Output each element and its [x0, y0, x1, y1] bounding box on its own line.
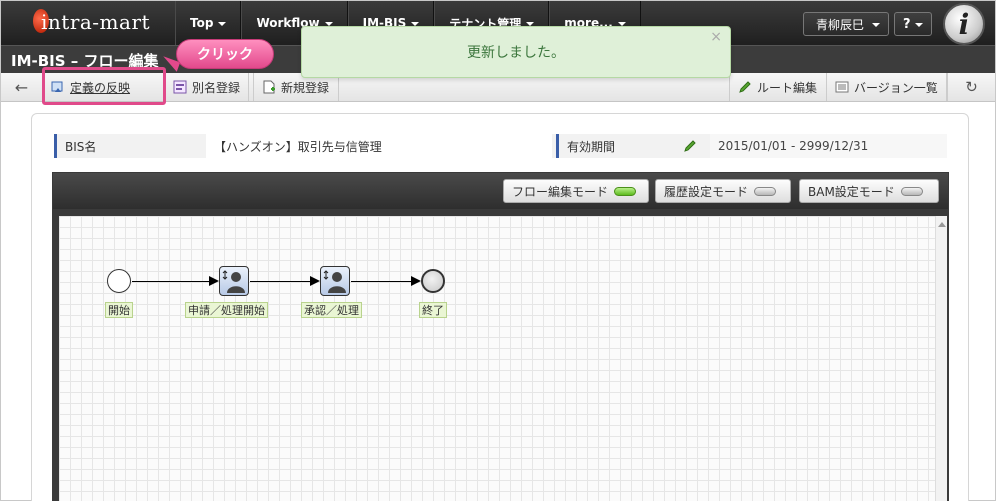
history-mode-button[interactable]: 履歴設定モード	[655, 179, 791, 203]
refresh-button[interactable]: ↻	[947, 73, 995, 101]
apply-task-node[interactable]	[219, 266, 249, 296]
help-label: ?	[903, 16, 911, 32]
flow-grid[interactable]: 開始 申請／処理開始 承認／処理 終了	[59, 216, 935, 501]
bis-name-label: BIS名	[54, 134, 206, 158]
arrow-head	[310, 276, 320, 286]
user-task-icon	[222, 270, 245, 293]
approve-task-node[interactable]	[320, 266, 350, 296]
refresh-icon: ↻	[965, 78, 978, 96]
apply-button-highlight	[42, 67, 166, 105]
flow-edit-mode-button[interactable]: フロー編集モード	[503, 179, 649, 203]
alias-register-label: 別名登録	[192, 80, 241, 95]
back-button[interactable]: ←	[1, 73, 43, 101]
close-icon[interactable]: ×	[710, 29, 722, 45]
user-menu-button[interactable]: 青柳辰巳	[803, 12, 889, 36]
route-edit-button[interactable]: ルート編集	[729, 73, 827, 101]
bam-mode-button[interactable]: BAM設定モード	[799, 179, 939, 203]
user-name: 青柳辰巳	[816, 17, 865, 32]
user-task-icon	[323, 270, 346, 293]
bam-mode-label: BAM設定モード	[808, 184, 895, 199]
alias-register-icon	[173, 80, 187, 94]
help-menu-button[interactable]: ?	[894, 12, 932, 36]
approve-task-label: 承認／処理	[301, 302, 362, 318]
bis-name-text: 【ハンズオン】取引先与信管理	[214, 139, 382, 154]
route-edit-label: ルート編集	[757, 80, 818, 95]
caret-down-icon	[915, 23, 923, 27]
mode-indicator-off	[900, 186, 923, 196]
caret-down-icon	[872, 23, 880, 27]
i-logo-icon[interactable]: i	[943, 3, 985, 45]
history-mode-label: 履歴設定モード	[664, 184, 749, 199]
click-callout: クリック	[176, 39, 274, 69]
period-value: 2015/01/01 - 2999/12/31	[710, 134, 947, 158]
success-toast: 更新しました。 ×	[301, 26, 731, 78]
arrow-head	[411, 276, 421, 286]
mode-indicator-on	[614, 186, 637, 196]
pencil-icon	[739, 81, 751, 93]
flow-edge[interactable]	[250, 281, 310, 282]
caret-down-icon	[218, 22, 227, 26]
period-label: 有効期間	[556, 134, 706, 158]
flow-edge[interactable]	[132, 281, 209, 282]
toast-message: 更新しました。	[467, 45, 565, 61]
apply-task-label: 申請／処理開始	[185, 302, 268, 318]
alias-register-button[interactable]: 別名登録	[165, 73, 249, 101]
vertical-scrollbar[interactable]	[935, 216, 947, 501]
version-list-label: バージョン一覧	[854, 80, 938, 95]
list-icon	[835, 81, 849, 93]
start-node-label: 開始	[105, 302, 133, 318]
new-register-label: 新規登録	[281, 80, 330, 95]
end-node-label: 終了	[419, 302, 447, 318]
version-list-button[interactable]: バージョン一覧	[827, 73, 947, 101]
arrow-left-icon: ←	[14, 77, 29, 97]
mode-bar: フロー編集モード 履歴設定モード BAM設定モード	[53, 173, 948, 209]
new-document-icon	[263, 80, 275, 94]
scroll-up-icon[interactable]	[938, 222, 946, 227]
arrow-head	[209, 276, 219, 286]
intra-mart-logo[interactable]: intra-mart	[31, 7, 161, 39]
flow-edge[interactable]	[351, 281, 411, 282]
bis-name-value: 【ハンズオン】取引先与信管理	[206, 134, 696, 158]
start-node[interactable]	[107, 269, 131, 293]
flow-edit-panel: BIS名 【ハンズオン】取引先与信管理 有効期間 2015/01/01 - 29…	[31, 113, 969, 501]
end-node[interactable]	[421, 269, 445, 293]
mode-indicator-off	[754, 186, 777, 196]
flow-edit-mode-label: フロー編集モード	[512, 184, 609, 199]
flow-canvas: フロー編集モード 履歴設定モード BAM設定モード 開始 申請／処理開始 承認／…	[52, 172, 949, 501]
bis-info-row: BIS名 【ハンズオン】取引先与信管理 有効期間 2015/01/01 - 29…	[54, 134, 947, 158]
logo-text: intra-mart	[41, 10, 151, 34]
